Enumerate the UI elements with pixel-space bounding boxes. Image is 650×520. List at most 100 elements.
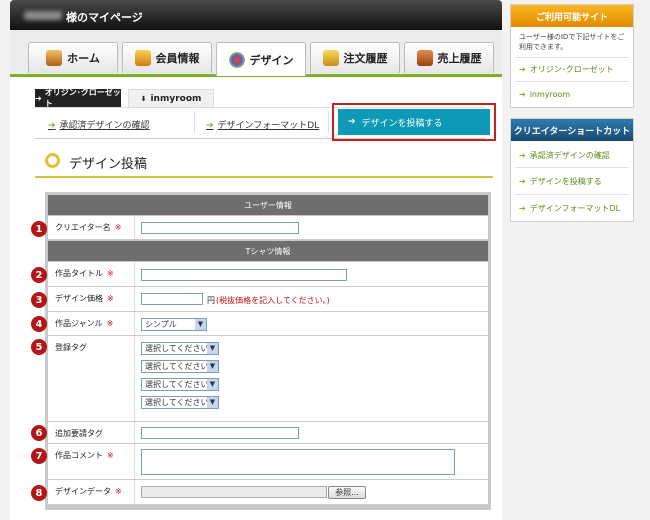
page-header-title: 様のマイページ <box>66 11 143 24</box>
sub-link-format-download[interactable]: ➔ デザインフォーマットDL <box>206 118 319 131</box>
step-badge-6: 6 <box>31 425 47 441</box>
genre-label: 作品ジャンル ※ <box>55 318 113 329</box>
row-extra-tag: 追加要請タグ <box>48 422 488 444</box>
site-tab-origin-closet[interactable]: ➔ オリジン･クローゼット <box>35 88 121 108</box>
design-data-label: デザインデータ ※ <box>55 486 122 497</box>
comment-label: 作品コメント ※ <box>55 450 114 461</box>
required-mark: ※ <box>115 487 122 496</box>
creator-shortcut-title: クリエイターショートカット <box>511 119 633 141</box>
required-mark: ※ <box>107 269 114 278</box>
user-name-blurred <box>24 11 62 20</box>
required-mark: ※ <box>107 294 114 303</box>
comment-label-text: 作品コメント <box>55 451 103 460</box>
step-badge-1: 1 <box>31 221 47 237</box>
row-divider <box>134 312 135 335</box>
design-data-label-text: デザインデータ <box>55 487 111 496</box>
nav-tab-sales[interactable]: 売上履歴 <box>404 42 494 73</box>
member-card-icon <box>134 50 151 66</box>
row-price: デザイン価格 ※ 円 (税抜価格を記入してください。) <box>48 287 488 312</box>
nav-tab-orders[interactable]: 注文履歴 <box>310 42 400 73</box>
shortcut-label: デザインを投稿する <box>529 177 602 186</box>
chevron-down-icon: ▼ <box>207 379 218 390</box>
site-tab-inmyroom[interactable]: ⬇ inmyroom <box>128 89 214 107</box>
price-label: デザイン価格 ※ <box>55 293 114 304</box>
row-design-data: デザインデータ ※ 参照... <box>48 480 488 505</box>
sub-link-approved-designs[interactable]: ➔ 承認済デザインの確認 <box>48 118 150 131</box>
chevron-down-icon: ▼ <box>207 397 218 408</box>
genre-label-text: 作品ジャンル <box>55 319 103 328</box>
shortcut-format-download[interactable]: ➔ デザインフォーマットDL <box>519 203 620 214</box>
nav-tab-home[interactable]: ホーム <box>28 42 118 73</box>
row-divider <box>134 262 135 286</box>
tag-select-2[interactable]: 選択してください ▼ <box>141 360 219 373</box>
row-comment: 作品コメント ※ <box>48 444 488 480</box>
sub-link-divider <box>328 111 329 133</box>
comment-textarea[interactable] <box>141 449 455 475</box>
sidebar-link-inmyroom[interactable]: ➔ inmyroom <box>519 90 570 99</box>
arrow-right-icon: ➔ <box>519 151 526 160</box>
row-divider <box>134 480 135 504</box>
arrow-right-icon: ➔ <box>519 204 526 213</box>
row-creator-name: クリエイター名 ※ <box>48 216 488 240</box>
site-tab-label: inmyroom <box>150 93 202 104</box>
row-genre: 作品ジャンル ※ シンプル ▼ <box>48 312 488 336</box>
sidebar-divider <box>515 167 629 168</box>
cash-register-icon <box>416 50 433 66</box>
site-tab-label: オリジン･クローゼット <box>44 88 121 108</box>
section-header-shirt: Tシャツ情報 <box>48 241 488 261</box>
sidebar-link-origin-closet[interactable]: ➔ オリジン･クローゼット <box>519 64 614 75</box>
genre-select-value: シンプル <box>145 320 177 329</box>
required-mark: ※ <box>107 451 114 460</box>
row-divider <box>134 444 135 479</box>
available-sites-panel: ご利用可能サイト ユーザー様のIDで下記サイトをご利用できます。 ➔ オリジン･ク… <box>510 4 634 108</box>
design-file-path[interactable] <box>141 486 327 498</box>
title-input[interactable] <box>141 269 347 281</box>
creator-name-input[interactable] <box>141 222 299 234</box>
nav-tab-label: 売上履歴 <box>437 52 482 65</box>
sidebar-divider <box>515 194 629 195</box>
available-sites-title: ご利用可能サイト <box>511 5 633 27</box>
nav-tab-design[interactable]: デザイン <box>216 42 306 76</box>
step-badge-3: 3 <box>31 292 47 308</box>
post-design-button-label: デザインを投稿する <box>361 118 443 129</box>
sidebar-link-label: inmyroom <box>529 90 571 99</box>
price-note: (税抜価格を記入してください。) <box>216 296 330 305</box>
row-tags: 登録タグ 選択してください ▼ 選択してください ▼ 選択してください ▼ 選択してく… <box>48 336 488 422</box>
extra-tag-label: 追加要請タグ <box>55 429 103 438</box>
tag-select-3[interactable]: 選択してください ▼ <box>141 378 219 391</box>
step-badge-5: 5 <box>31 339 47 355</box>
browse-button[interactable]: 参照... <box>328 486 366 499</box>
post-design-button[interactable]: ➔ デザインを投稿する <box>338 109 490 135</box>
title-label-text: 作品タイトル <box>55 269 103 278</box>
sub-link-label: 承認済デザインの確認 <box>59 121 150 131</box>
arrow-right-icon: ➔ <box>519 90 526 99</box>
arrow-right-icon: ➔ <box>48 121 56 131</box>
extra-tag-input[interactable] <box>141 427 299 439</box>
tag-select-4[interactable]: 選択してください ▼ <box>141 396 219 409</box>
shortcut-approved-designs[interactable]: ➔ 承認済デザインの確認 <box>519 150 610 161</box>
nav-tab-label: デザイン <box>249 53 294 67</box>
section-header-user: ユーザー情報 <box>48 195 488 215</box>
row-divider <box>134 422 135 443</box>
price-label-text: デザイン価格 <box>55 294 103 303</box>
tag-select-1[interactable]: 選択してください ▼ <box>141 342 219 355</box>
sidebar-divider <box>515 81 629 82</box>
shortcut-label: 承認済デザインの確認 <box>529 151 610 160</box>
chevron-down-icon: ▼ <box>207 361 218 372</box>
chevron-down-icon: ▼ <box>195 319 206 330</box>
step-badge-4: 4 <box>31 316 47 332</box>
step-badge-7: 7 <box>31 448 47 464</box>
house-icon <box>46 50 63 66</box>
row-divider <box>134 336 135 421</box>
ring-bullet-icon <box>45 153 60 168</box>
tag-select-value: 選択してください <box>145 362 209 371</box>
shortcut-label: デザインフォーマットDL <box>529 204 621 213</box>
arrow-right-icon: ➔ <box>348 117 356 127</box>
price-input[interactable] <box>141 293 203 305</box>
tags-label: 登録タグ <box>55 343 87 352</box>
shortcut-post-design[interactable]: ➔ デザインを投稿する <box>519 176 602 187</box>
genre-select[interactable]: シンプル ▼ <box>141 318 207 331</box>
available-sites-description: ユーザー様のIDで下記サイトをご利用できます。 <box>519 33 625 51</box>
nav-tab-member[interactable]: 会員情報 <box>122 42 212 73</box>
title-label: 作品タイトル ※ <box>55 268 114 279</box>
